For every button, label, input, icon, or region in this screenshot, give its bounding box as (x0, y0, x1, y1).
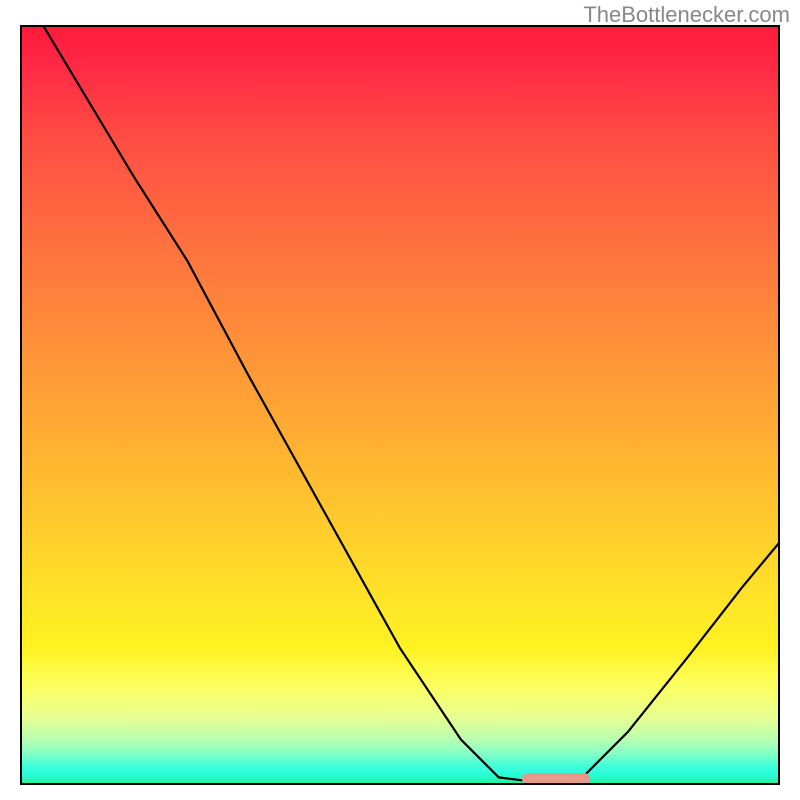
bottleneck-curve (20, 25, 780, 785)
watermark-text: TheBottlenecker.com (583, 2, 790, 28)
optimal-range-marker (522, 773, 590, 785)
